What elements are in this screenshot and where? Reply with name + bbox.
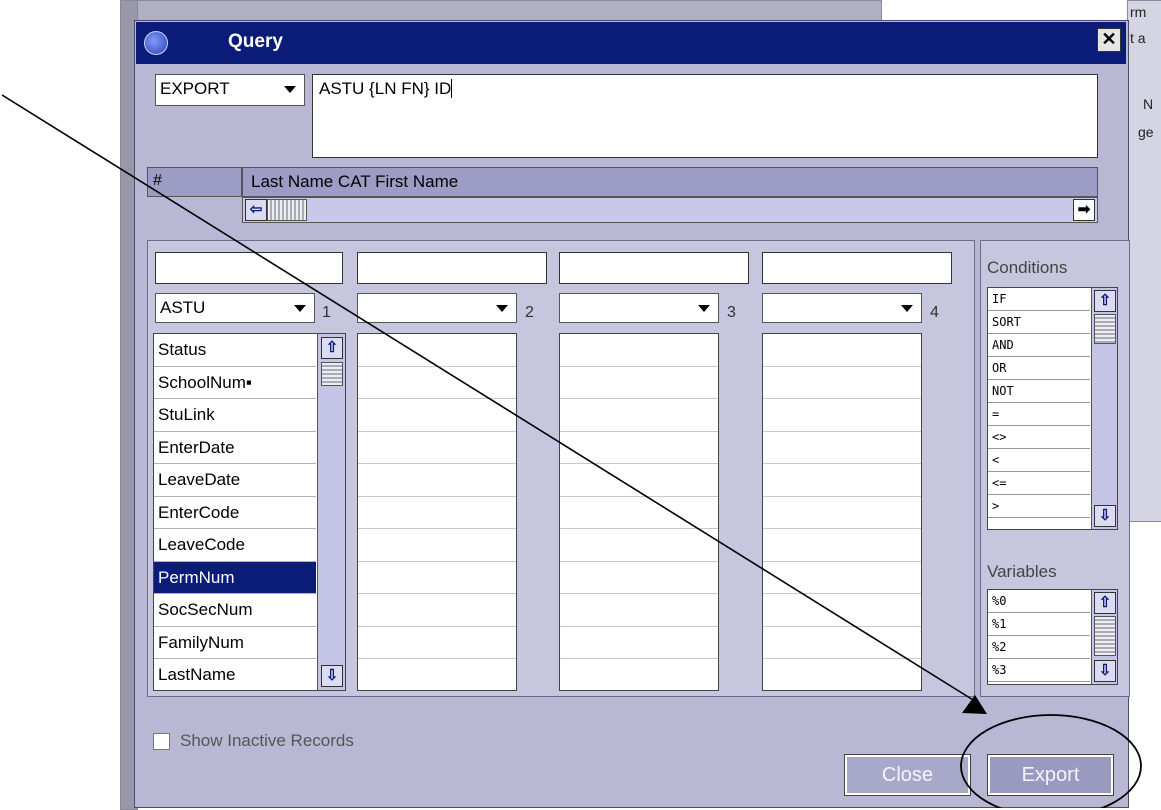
annotation-overlay bbox=[1, 94, 1142, 808]
annotation-arrowhead-icon bbox=[962, 695, 987, 714]
annotation-circle bbox=[960, 714, 1142, 808]
annotation-arrow-line bbox=[1, 94, 979, 704]
